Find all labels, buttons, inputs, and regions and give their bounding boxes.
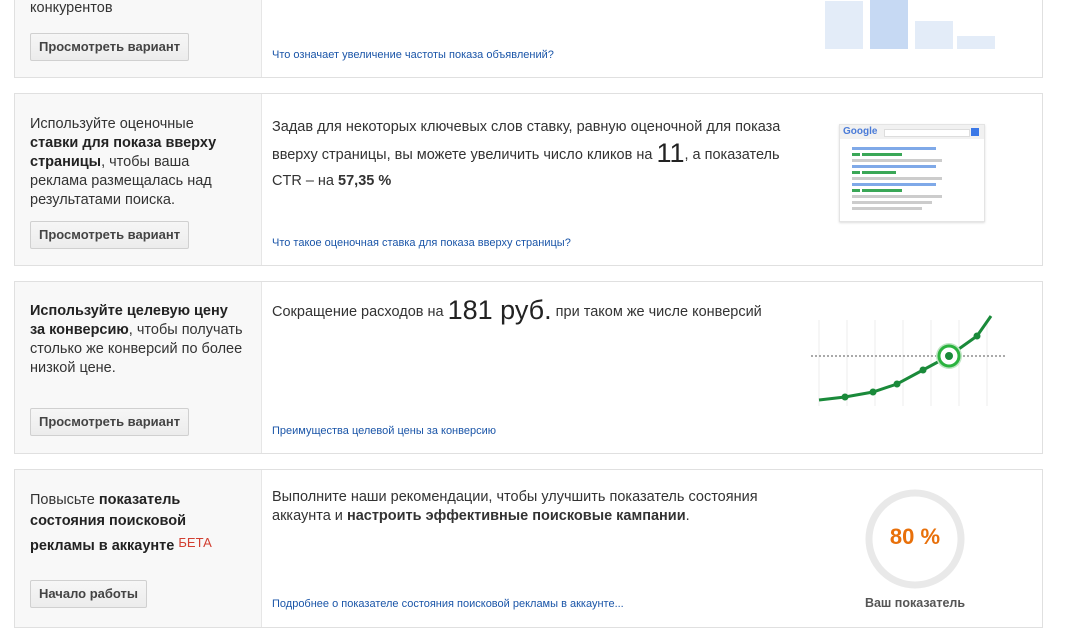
score-value: 80 % (889, 524, 941, 549)
card-main-text: Задав для некоторых ключевых слов ставку… (272, 119, 781, 189)
beta-badge: БЕТА (178, 535, 212, 550)
card-main-text: Выполните наши рекомендации, чтобы улучш… (272, 489, 758, 524)
learn-more-link[interactable]: Что означает увеличение частоты показа о… (272, 49, 554, 61)
card-left-panel: Используйте оценочные ставки для показа … (15, 94, 262, 265)
card-left-panel: Повысьте показатель состояния поисковой … (15, 470, 262, 627)
google-logo: Google (843, 126, 878, 137)
score-label: Ваш показатель (864, 596, 966, 610)
search-results-illustration: Google (839, 124, 985, 222)
recommendation-card-top-page-bid: Используйте оценочные ставки для показа … (14, 93, 1043, 266)
ctr-increase-value: 57,35 % (338, 173, 392, 189)
learn-more-link[interactable]: Что такое оценочная ставка для показа вв… (272, 237, 571, 249)
view-option-button[interactable]: Просмотреть вариант (30, 221, 190, 249)
recommendation-card-account-score: Повысьте показатель состояния поисковой … (14, 469, 1043, 628)
learn-more-link[interactable]: Преимущества целевой цены за конверсию (272, 425, 496, 437)
view-option-button[interactable]: Просмотреть вариант (30, 408, 190, 436)
recommendation-card-frequency: конкурентов Просмотреть вариант Что озна… (14, 0, 1043, 78)
bar-chart-illustration (825, 0, 995, 49)
learn-more-link[interactable]: Подробнее о показателе состояния поисков… (272, 598, 624, 610)
clicks-increase-value: 11 (656, 138, 685, 168)
recommendation-card-target-cpa: Используйте целевую цену за конверсию, ч… (14, 281, 1043, 454)
card-left-panel: Используйте целевую цену за конверсию, ч… (15, 282, 262, 453)
card-main-text: Сокращение расходов на 181 руб. при тако… (272, 295, 762, 325)
card-description: Используйте оценочные ставки для показа … (30, 116, 217, 208)
get-started-button[interactable]: Начало работы (30, 580, 147, 608)
card-left-panel: конкурентов Просмотреть вариант (15, 0, 262, 77)
savings-value: 181 руб. (447, 295, 552, 325)
view-option-button[interactable]: Просмотреть вариант (30, 33, 190, 61)
card-description: конкурентов (30, 0, 113, 16)
card-description: Повысьте показатель состояния поисковой … (30, 492, 212, 554)
cost-curve-illustration (811, 315, 1007, 406)
card-description: Используйте целевую цену за конверсию, ч… (30, 303, 243, 376)
